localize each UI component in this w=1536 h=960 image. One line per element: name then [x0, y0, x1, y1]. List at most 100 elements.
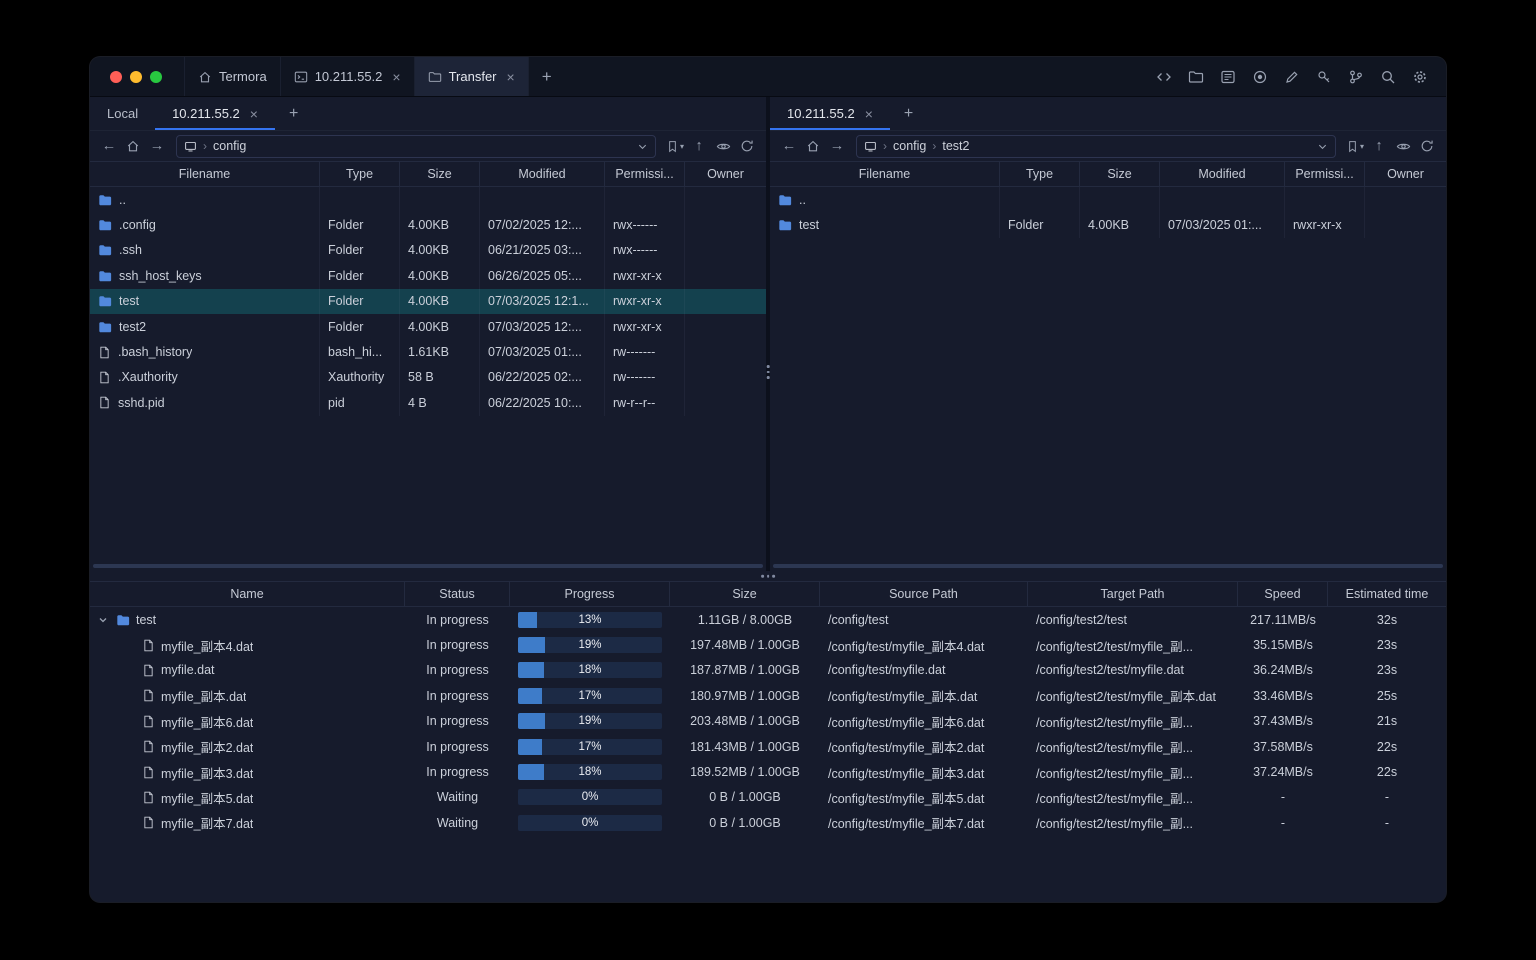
transfer-source-path-cell: /config/test	[828, 612, 889, 627]
transfer-target-path-cell: /config/test2/test/myfile_副...	[1036, 741, 1194, 756]
file-row[interactable]: test2 Folder 4.00KB 07/03/2025 12:... rwxr-x…	[90, 313, 766, 340]
column-header-permissi[interactable]: Permissi...	[605, 162, 685, 186]
column-header-size[interactable]: Size	[670, 582, 820, 606]
column-header-type[interactable]: Type	[1000, 162, 1080, 186]
transfer-row[interactable]: myfile_副本5.dat Waiting 0% 0 B / 1.00GB/conf…	[90, 785, 1446, 810]
horizontal-splitter[interactable]	[90, 571, 1446, 581]
column-header-progress[interactable]: Progress	[510, 582, 670, 606]
right-path-combobox[interactable]: › config › test2	[856, 134, 1336, 158]
column-header-owner[interactable]: Owner	[685, 162, 766, 186]
toolbar-branch-button[interactable]	[1343, 64, 1368, 89]
column-header-estimatedtime[interactable]: Estimated time	[1328, 582, 1446, 606]
column-header-name[interactable]: Name	[90, 582, 405, 606]
transfer-row[interactable]: myfile_副本2.dat In progress 17% 181.43MB / 1…	[90, 734, 1446, 759]
column-header-modified[interactable]: Modified	[1160, 162, 1285, 186]
file-row[interactable]: .ssh Folder 4.00KB 06/21/2025 03:... rwx----…	[90, 237, 766, 264]
close-window-button[interactable]	[110, 70, 122, 83]
column-header-filename[interactable]: Filename	[90, 162, 320, 186]
chevron-down-icon[interactable]	[96, 615, 110, 625]
column-header-type[interactable]: Type	[320, 162, 400, 186]
close-icon[interactable]: ×	[392, 70, 400, 84]
right-horizontal-scrollbar[interactable]	[773, 564, 1443, 568]
tab-right-session[interactable]: 10.211.55.2 ×	[770, 97, 890, 130]
home-button[interactable]	[802, 135, 824, 157]
up-directory-button[interactable]: ↑	[688, 135, 710, 157]
path-segment[interactable]: test2	[942, 139, 969, 153]
right-file-table-body: .. test Folder 4.00KB 07/03/2025 01:... rwxr-…	[770, 187, 1446, 571]
transfer-row[interactable]: myfile_副本7.dat Waiting 0% 0 B / 1.00GB/conf…	[90, 810, 1446, 835]
column-header-size[interactable]: Size	[1080, 162, 1160, 186]
column-header-status[interactable]: Status	[405, 582, 510, 606]
forward-button[interactable]: →	[826, 135, 848, 157]
path-segment[interactable]: config	[213, 139, 246, 153]
forward-button[interactable]: →	[146, 135, 168, 157]
transfer-row[interactable]: myfile_副本6.dat In progress 19% 203.48MB / 1…	[90, 709, 1446, 734]
column-header-owner[interactable]: Owner	[1365, 162, 1446, 186]
close-icon[interactable]: ×	[250, 107, 258, 121]
minimize-window-button[interactable]	[130, 70, 142, 83]
column-header-targetpath[interactable]: Target Path	[1028, 582, 1238, 606]
file-row[interactable]: .config Folder 4.00KB 07/02/2025 12:... rwx-…	[90, 212, 766, 238]
transfer-row[interactable]: myfile_副本4.dat In progress 19% 197.48MB / 1…	[90, 632, 1446, 657]
right-new-tab-button[interactable]: +	[890, 97, 927, 130]
transfer-row[interactable]: myfile_副本.dat In progress 17% 180.97MB / 1.…	[90, 683, 1446, 708]
toolbar-folder-button[interactable]	[1183, 64, 1208, 89]
left-path-combobox[interactable]: › config	[176, 134, 656, 158]
app-tab-label: Termora	[219, 69, 267, 84]
transfer-tab[interactable]: Transfer ×	[414, 57, 529, 96]
left-horizontal-scrollbar[interactable]	[93, 564, 763, 568]
column-header-modified[interactable]: Modified	[480, 162, 605, 186]
file-row[interactable]: sshd.pid pid 4 B 06/22/2025 10:... rw-r--r--	[90, 390, 766, 416]
file-row[interactable]: ..	[770, 187, 1446, 213]
new-tab-button[interactable]: +	[529, 57, 565, 96]
toolbar-key-button[interactable]	[1311, 64, 1336, 89]
toolbar-code-button[interactable]	[1151, 64, 1176, 89]
file-row[interactable]: test Folder 4.00KB 07/03/2025 01:... rwxr-xr…	[770, 212, 1446, 238]
bookmark-button[interactable]: ▾	[664, 135, 686, 157]
column-header-sourcepath[interactable]: Source Path	[820, 582, 1028, 606]
file-row[interactable]: ssh_host_keys Folder 4.00KB 06/26/2025 05:.…	[90, 263, 766, 289]
transfer-progress-cell: 18%	[510, 759, 670, 784]
close-icon[interactable]: ×	[507, 70, 515, 84]
back-button[interactable]: ←	[98, 135, 120, 157]
column-header-size[interactable]: Size	[400, 162, 480, 186]
zoom-window-button[interactable]	[150, 70, 162, 83]
up-directory-button[interactable]: ↑	[1368, 135, 1390, 157]
chevron-down-icon[interactable]	[1317, 141, 1328, 152]
transfer-speed-cell: 37.43MB/s	[1253, 714, 1313, 729]
bookmark-button[interactable]: ▾	[1344, 135, 1366, 157]
chevron-down-icon[interactable]	[637, 141, 648, 152]
refresh-button[interactable]	[736, 135, 758, 157]
refresh-button[interactable]	[1416, 135, 1438, 157]
column-header-speed[interactable]: Speed	[1238, 582, 1328, 606]
file-owner-cell	[685, 212, 766, 237]
file-row[interactable]: test Folder 4.00KB 07/03/2025 12:1... rwxr-x…	[90, 288, 766, 314]
home-button[interactable]	[122, 135, 144, 157]
toolbar-settings-button[interactable]	[1407, 64, 1432, 89]
show-hidden-button[interactable]	[1392, 135, 1414, 157]
session-tab[interactable]: 10.211.55.2 ×	[281, 57, 415, 96]
left-new-tab-button[interactable]: +	[275, 97, 312, 130]
toolbar-console-button[interactable]	[1215, 64, 1240, 89]
column-header-permissi[interactable]: Permissi...	[1285, 162, 1365, 186]
transfer-row[interactable]: myfile.dat In progress 18% 187.87MB / 1.00G…	[90, 658, 1446, 683]
transfer-row[interactable]: myfile_副本3.dat In progress 18% 189.52MB / 1…	[90, 759, 1446, 784]
tab-local[interactable]: Local	[90, 97, 155, 130]
app-home-tab[interactable]: Termora	[184, 57, 281, 96]
back-button[interactable]: ←	[778, 135, 800, 157]
file-owner-cell	[1365, 212, 1446, 237]
file-icon	[142, 740, 155, 753]
transfer-row[interactable]: test In progress 13% 1.11GB / 8.00GB/config…	[90, 607, 1446, 632]
toolbar-search-button[interactable]	[1375, 64, 1400, 89]
toolbar-edit-button[interactable]	[1279, 64, 1304, 89]
file-row[interactable]: .Xauthority Xauthority 58 B 06/22/2025 02:.…	[90, 364, 766, 391]
show-hidden-button[interactable]	[712, 135, 734, 157]
column-header-filename[interactable]: Filename	[770, 162, 1000, 186]
close-icon[interactable]: ×	[865, 107, 873, 121]
path-segment[interactable]: config	[893, 139, 926, 153]
toolbar-record-button[interactable]	[1247, 64, 1272, 89]
file-row[interactable]: .bash_history bash_hi... 1.61KB 07/03/2025 …	[90, 339, 766, 365]
file-name-cell: ssh_host_keys	[90, 263, 320, 289]
file-row[interactable]: ..	[90, 187, 766, 213]
tab-left-session[interactable]: 10.211.55.2 ×	[155, 97, 275, 130]
